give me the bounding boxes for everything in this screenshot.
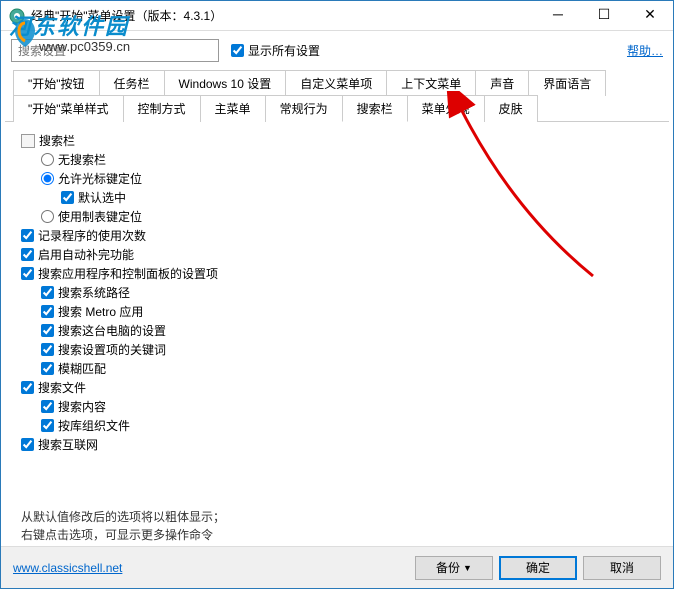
maximize-button[interactable]: ☐ — [581, 1, 627, 30]
window-controls: ─ ☐ ✕ — [535, 1, 673, 30]
app-icon — [9, 8, 25, 24]
settings-panel: 搜索栏 无搜索栏 允许光标键定位 默认选中 使用制表键定位 — [1, 122, 673, 502]
tab-main-menu[interactable]: 主菜单 — [200, 95, 266, 122]
show-all-checkbox[interactable] — [231, 44, 244, 57]
radio-no-search-input[interactable] — [41, 153, 54, 166]
footer-note: 从默认值修改后的选项将以粗体显示； 右键点击选项，可显示更多操作命令 — [1, 502, 673, 550]
check-auto-complete[interactable]: 启用自动补完功能 — [21, 246, 653, 263]
tab-row-2: "开始"菜单样式 控制方式 主菜单 常规行为 搜索栏 菜单外观 皮肤 — [5, 95, 669, 121]
check-search-content[interactable]: 搜索内容 — [41, 398, 653, 415]
tabs-container: "开始"按钮 任务栏 Windows 10 设置 自定义菜单项 上下文菜单 声音… — [1, 70, 673, 121]
tab-search-bar[interactable]: 搜索栏 — [342, 95, 408, 122]
cancel-button[interactable]: 取消 — [583, 556, 661, 580]
button-group: 备份 ▼ 确定 取消 — [415, 556, 661, 580]
check-default-selected-input[interactable] — [61, 191, 74, 204]
tab-skin[interactable]: 皮肤 — [484, 95, 538, 122]
check-search-internet-input[interactable] — [21, 438, 34, 451]
check-library-org-input[interactable] — [41, 419, 54, 432]
radio-allow-cursor[interactable]: 允许光标键定位 — [41, 170, 653, 187]
check-library-org[interactable]: 按库组织文件 — [41, 417, 653, 434]
footer-line2: 右键点击选项，可显示更多操作命令 — [21, 526, 653, 544]
check-search-apps[interactable]: 搜索应用程序和控制面板的设置项 — [21, 265, 653, 282]
section-icon — [21, 134, 35, 148]
check-fuzzy-match[interactable]: 模糊匹配 — [41, 360, 653, 377]
tab-context-menu[interactable]: 上下文菜单 — [386, 70, 476, 96]
check-record-usage[interactable]: 记录程序的使用次数 — [21, 227, 653, 244]
tab-menu-style[interactable]: "开始"菜单样式 — [13, 95, 124, 122]
check-search-pc-settings[interactable]: 搜索这台电脑的设置 — [41, 322, 653, 339]
chevron-down-icon: ▼ — [463, 563, 472, 573]
window-title: 经典"开始"菜单设置（版本：4.3.1） — [31, 7, 535, 24]
backup-button[interactable]: 备份 ▼ — [415, 556, 493, 580]
topbar: 显示所有设置 帮助… — [1, 31, 673, 70]
check-search-files[interactable]: 搜索文件 — [21, 379, 653, 396]
tab-taskbar[interactable]: 任务栏 — [99, 70, 165, 96]
check-search-syspath-input[interactable] — [41, 286, 54, 299]
tab-win10-settings[interactable]: Windows 10 设置 — [164, 70, 287, 96]
check-search-content-input[interactable] — [41, 400, 54, 413]
titlebar: 经典"开始"菜单设置（版本：4.3.1） ─ ☐ ✕ — [1, 1, 673, 31]
check-search-keywords-input[interactable] — [41, 343, 54, 356]
tab-control-mode[interactable]: 控制方式 — [123, 95, 201, 122]
tab-menu-appearance[interactable]: 菜单外观 — [407, 95, 485, 122]
minimize-button[interactable]: ─ — [535, 1, 581, 30]
check-search-syspath[interactable]: 搜索系统路径 — [41, 284, 653, 301]
check-record-usage-input[interactable] — [21, 229, 34, 242]
check-search-pc-settings-input[interactable] — [41, 324, 54, 337]
radio-use-tab[interactable]: 使用制表键定位 — [41, 208, 653, 225]
tab-start-button[interactable]: "开始"按钮 — [13, 70, 100, 96]
show-all-checkbox-label[interactable]: 显示所有设置 — [231, 42, 320, 59]
check-search-apps-input[interactable] — [21, 267, 34, 280]
check-search-files-input[interactable] — [21, 381, 34, 394]
help-link[interactable]: 帮助… — [627, 42, 663, 59]
check-fuzzy-match-input[interactable] — [41, 362, 54, 375]
check-search-metro[interactable]: 搜索 Metro 应用 — [41, 303, 653, 320]
tab-sound[interactable]: 声音 — [475, 70, 529, 96]
bottom-bar: www.classicshell.net 备份 ▼ 确定 取消 — [1, 546, 673, 588]
check-search-metro-input[interactable] — [41, 305, 54, 318]
section-title: 搜索栏 — [39, 132, 75, 149]
tab-general-behavior[interactable]: 常规行为 — [265, 95, 343, 122]
tab-row-1: "开始"按钮 任务栏 Windows 10 设置 自定义菜单项 上下文菜单 声音… — [5, 70, 669, 95]
radio-allow-cursor-input[interactable] — [41, 172, 54, 185]
tab-custom-menu[interactable]: 自定义菜单项 — [285, 70, 387, 96]
check-search-keywords[interactable]: 搜索设置项的关键词 — [41, 341, 653, 358]
tab-language[interactable]: 界面语言 — [528, 70, 606, 96]
section-search-bar: 搜索栏 — [21, 132, 653, 149]
check-default-selected[interactable]: 默认选中 — [61, 189, 653, 206]
show-all-text: 显示所有设置 — [248, 42, 320, 59]
check-search-internet[interactable]: 搜索互联网 — [21, 436, 653, 453]
search-input[interactable] — [11, 39, 219, 62]
radio-no-search[interactable]: 无搜索栏 — [41, 151, 653, 168]
footer-line1: 从默认值修改后的选项将以粗体显示； — [21, 508, 653, 526]
ok-button[interactable]: 确定 — [499, 556, 577, 580]
close-button[interactable]: ✕ — [627, 1, 673, 30]
website-link[interactable]: www.classicshell.net — [13, 561, 122, 575]
check-auto-complete-input[interactable] — [21, 248, 34, 261]
radio-use-tab-input[interactable] — [41, 210, 54, 223]
